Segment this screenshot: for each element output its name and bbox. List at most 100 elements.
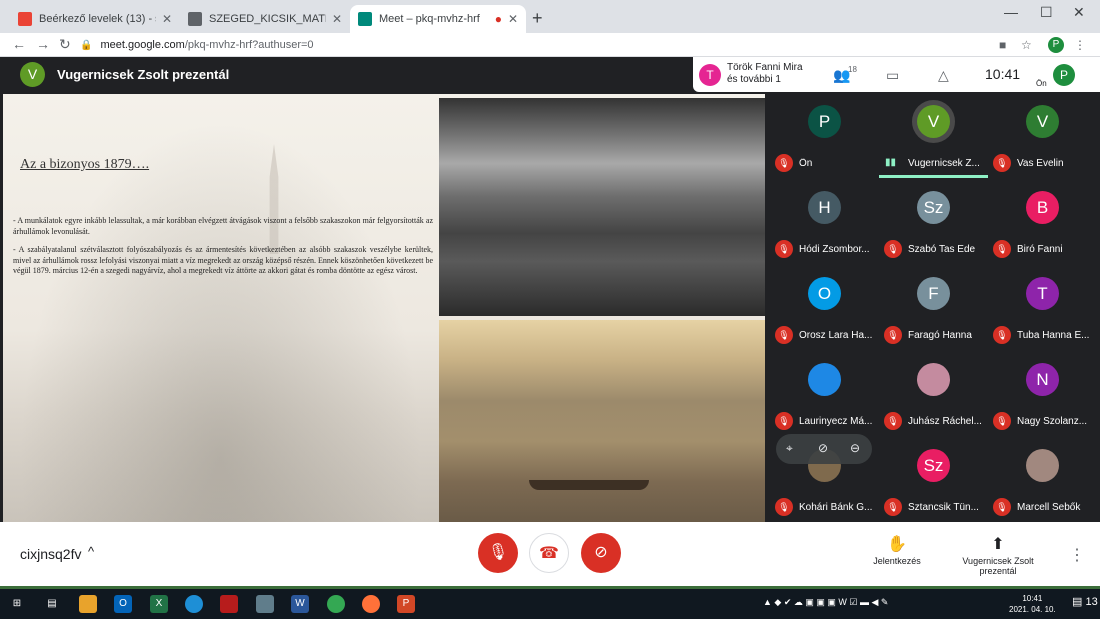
- classroom-icon: [188, 12, 202, 26]
- more-options-icon[interactable]: ⋮: [1069, 545, 1085, 565]
- participant-tile[interactable]: Sz 🎙 Szabó Tas Ede: [879, 178, 987, 264]
- maximize-icon[interactable]: ☐: [1040, 4, 1053, 21]
- taskbar-clock[interactable]: 10:41 2021. 04. 10.: [1009, 593, 1056, 615]
- tab-meet[interactable]: Meet – pkq-mvhz-hrf ● ✕: [350, 5, 526, 33]
- presenter-title: Vugernicsek Zsolt prezentál: [57, 67, 230, 82]
- reload-icon[interactable]: ↻: [59, 36, 71, 53]
- app-icon[interactable]: [220, 595, 238, 613]
- close-icon[interactable]: ✕: [162, 12, 172, 26]
- meeting-clock: 10:41: [985, 66, 1021, 82]
- chat-icon[interactable]: ▭: [886, 67, 899, 84]
- activities-icon[interactable]: △: [938, 67, 949, 84]
- firefox-icon[interactable]: [362, 595, 380, 613]
- present-button[interactable]: ⬆ Vugernicsek Zsolt prezentál: [952, 534, 1044, 576]
- mic-off-button[interactable]: 🎙: [478, 533, 518, 573]
- outlook-icon[interactable]: O: [114, 595, 132, 613]
- people-count: 18: [848, 65, 857, 74]
- muted-mic-icon: 🎙: [884, 240, 902, 258]
- remove-icon[interactable]: ⊖: [850, 441, 860, 455]
- pin-icon[interactable]: ⌖: [786, 441, 793, 456]
- tile-hover-controls[interactable]: ⌖ ⊘ ⊖: [776, 434, 872, 464]
- raise-hand-button[interactable]: ✋ Jelentkezés: [862, 534, 932, 566]
- participant-tile[interactable]: F 🎙 Faragó Hanna: [879, 264, 987, 350]
- chrome-icon[interactable]: [327, 595, 345, 613]
- forward-icon[interactable]: →: [36, 36, 50, 52]
- close-icon[interactable]: ✕: [332, 12, 342, 26]
- participant-name: Vugernicsek Z...: [908, 158, 980, 169]
- muted-mic-icon: 🎙: [775, 498, 793, 516]
- camera-off-button[interactable]: ⊘: [581, 533, 621, 573]
- word-icon[interactable]: W: [291, 595, 309, 613]
- camera-icon[interactable]: ■: [999, 38, 1006, 52]
- participant-name: Orosz Lara Ha...: [799, 330, 873, 341]
- participant-tile[interactable]: V ▮▮ Vugernicsek Z...: [879, 92, 987, 178]
- participant-tile[interactable]: 🎙 Juhász Ráchel...: [879, 350, 987, 436]
- participant-avatar: V: [1026, 105, 1059, 138]
- calculator-icon[interactable]: [256, 595, 274, 613]
- slide: Az a bizonyos 1879…. - A munkálatok egyr…: [3, 94, 765, 522]
- new-tab-button[interactable]: +: [532, 8, 543, 29]
- participant-grid: P 🎙 Ön V ▮▮ Vugernicsek Z... V 🎙 Vas Evelin H 🎙 Hód…: [770, 92, 1100, 522]
- participant-tile[interactable]: O 🎙 Orosz Lara Ha...: [770, 264, 878, 350]
- leave-call-button[interactable]: ☎: [529, 533, 569, 573]
- participant-avatar: F: [917, 277, 950, 310]
- mute-icon[interactable]: ⊘: [818, 441, 828, 455]
- muted-mic-icon: 🎙: [993, 412, 1011, 430]
- participant-name: Török Fanni Mira: [727, 62, 803, 73]
- participant-avatar: B: [1026, 191, 1059, 224]
- participant-name: Szabó Tas Ede: [908, 244, 976, 255]
- close-icon[interactable]: ✕: [508, 12, 518, 26]
- powerpoint-icon[interactable]: P: [397, 595, 415, 613]
- participant-tile[interactable]: T 🎙 Tuba Hanna E...: [988, 264, 1096, 350]
- participant-tile[interactable]: 🎙 Kohári Bánk G... ⌖ ⊘ ⊖: [770, 434, 878, 522]
- edge-icon[interactable]: [185, 595, 203, 613]
- minimize-icon[interactable]: —: [1004, 4, 1018, 20]
- engraving-image: [439, 98, 765, 316]
- tab-title: Beérkező levelek (13) - szabone.a: [39, 13, 156, 25]
- participant-avatar: O: [808, 277, 841, 310]
- task-view-icon[interactable]: ▤: [43, 595, 61, 613]
- bullet-1: - A munkálatok egyre inkább lelassultak,…: [13, 216, 433, 236]
- browser-toolbar: ← → ↻ 🔒 meet.google.com /pkq-mvhz-hrf?au…: [0, 33, 1100, 57]
- participant-avatar: T: [699, 64, 721, 86]
- muted-mic-icon: 🎙: [775, 240, 793, 258]
- windows-start-icon[interactable]: ⊞: [8, 595, 26, 613]
- participant-tile[interactable]: N 🎙 Nagy Szolanz...: [988, 350, 1096, 436]
- address-bar[interactable]: 🔒 meet.google.com /pkq-mvhz-hrf?authuser…: [80, 36, 980, 54]
- meeting-code[interactable]: cixjnsq2fv: [20, 546, 81, 562]
- participant-avatar: V: [917, 105, 950, 138]
- participant-tile[interactable]: 🎙 Laurinyecz Má...: [770, 350, 878, 436]
- participant-avatar: [808, 363, 841, 396]
- notification-icon[interactable]: ▤ 13: [1072, 595, 1098, 608]
- tab-gmail[interactable]: Beérkező levelek (13) - szabone.a ✕: [10, 5, 180, 33]
- participant-name: Kohári Bánk G...: [799, 502, 873, 513]
- slide-title: Az a bizonyos 1879….: [20, 157, 150, 172]
- camera-off-icon: ⊘: [594, 544, 608, 561]
- url-host: meet.google.com: [100, 39, 185, 51]
- participant-tile[interactable]: B 🎙 Biró Fanni: [988, 178, 1096, 264]
- participant-tile[interactable]: P 🎙 Ön: [770, 92, 878, 178]
- tab-classroom[interactable]: SZEGED_KICSIK_MATEK_SZ3_2021 ✕: [180, 5, 350, 33]
- file-explorer-icon[interactable]: [79, 595, 97, 613]
- window-close-icon[interactable]: ✕: [1073, 4, 1085, 21]
- back-icon[interactable]: ←: [12, 36, 26, 52]
- browser-tab-strip: Beérkező levelek (13) - szabone.a ✕ SZEG…: [0, 0, 1100, 33]
- profile-avatar[interactable]: P: [1048, 37, 1064, 53]
- tray-icons[interactable]: ▲ ◆ ✔ ☁ ▣ ▣ ▣ W ☑ ▬ ◀ ✎: [763, 597, 888, 608]
- star-icon[interactable]: ☆: [1021, 38, 1032, 52]
- participant-tile[interactable]: 🎙 Marcell Sebők: [988, 436, 1096, 522]
- participant-tile[interactable]: V 🎙 Vas Evelin: [988, 92, 1096, 178]
- raise-hand-label: Jelentkezés: [873, 556, 921, 566]
- participant-tile[interactable]: Sz 🎙 Sztancsik Tün...: [879, 436, 987, 522]
- url-path: /pkq-mvhz-hrf?authuser=0: [184, 39, 314, 51]
- tab-title: SZEGED_KICSIK_MATEK_SZ3_2021: [209, 13, 326, 25]
- excel-icon[interactable]: X: [150, 595, 168, 613]
- chevron-up-icon[interactable]: ^: [88, 544, 94, 559]
- participant-name: Nagy Szolanz...: [1017, 416, 1088, 427]
- gmail-icon: [18, 12, 32, 26]
- participant-tile[interactable]: H 🎙 Hódi Zsombor...: [770, 178, 878, 264]
- menu-icon[interactable]: ⋮: [1074, 38, 1086, 52]
- participant-avatar: [1026, 449, 1059, 482]
- muted-mic-icon: 🎙: [775, 154, 793, 172]
- notification-count: 13: [1085, 596, 1098, 608]
